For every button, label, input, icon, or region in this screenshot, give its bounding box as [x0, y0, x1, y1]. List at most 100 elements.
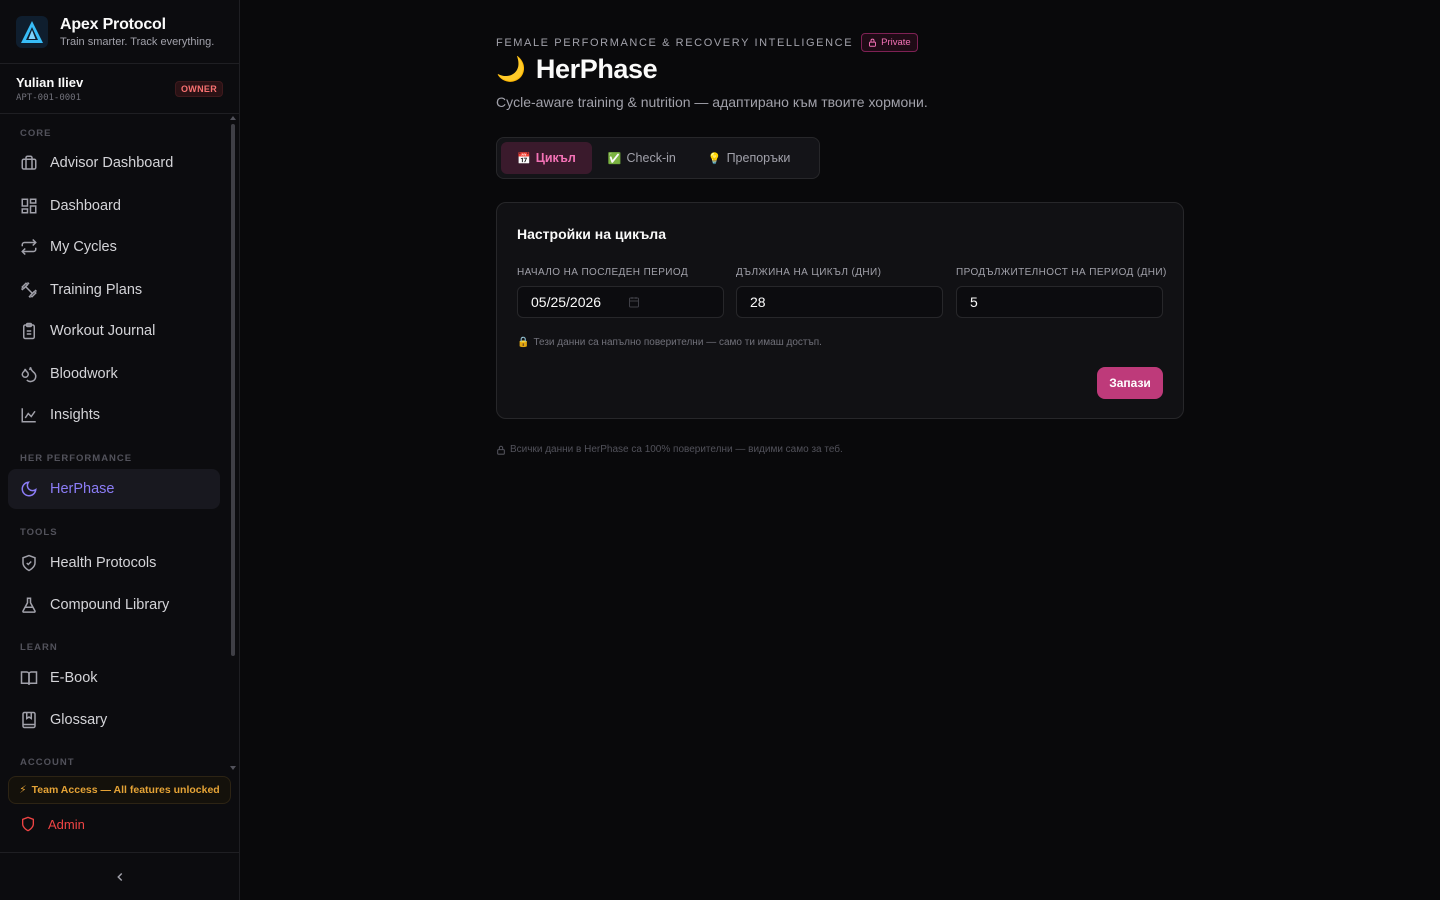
cycle-length-value: 28 [750, 294, 766, 310]
section-label-account: ACCOUNT [20, 757, 75, 768]
tab-checkin[interactable]: ✅ Check-in [592, 142, 692, 174]
sidebar-item-label: Glossary [50, 712, 108, 728]
line-chart-icon [21, 408, 36, 423]
period-length-value: 5 [970, 294, 978, 310]
droplets-icon [21, 367, 37, 383]
team-access-banner[interactable]: ⚡ Team Access — All features unlocked [8, 776, 231, 804]
tab-label: Check-in [626, 151, 676, 165]
calendar-icon: 📅 [517, 152, 531, 165]
book-bookmark-icon [22, 711, 36, 729]
lightbulb-icon: 💡 [707, 152, 722, 165]
lightning-icon: ⚡ [19, 784, 27, 796]
repeat-icon [21, 238, 37, 256]
sidebar-item-bloodwork[interactable]: Bloodwork [8, 354, 220, 394]
section-label-core: CORE [20, 128, 52, 139]
team-access-label: Team Access — All features unlocked [31, 784, 220, 796]
lock-icon [869, 38, 877, 47]
flask-icon [22, 597, 36, 613]
last-period-field: НАЧАЛО НА ПОСЛЕДЕН ПЕРИОД 05/25/2026 [517, 267, 724, 318]
page-eyebrow: FEMALE PERFORMANCE & RECOVERY INTELLIGEN… [496, 33, 918, 52]
period-length-field: ПРОДЪЛЖИТЕЛНОСТ НА ПЕРИОД (ДНИ) 5 [956, 267, 1167, 318]
sidebar-item-label: Training Plans [50, 282, 143, 298]
moon-emoji-icon: 🌙 [496, 56, 526, 83]
eyebrow-text: FEMALE PERFORMANCE & RECOVERY INTELLIGEN… [496, 36, 854, 49]
sidebar-item-my-cycles[interactable]: My Cycles [8, 227, 220, 267]
save-button[interactable]: Запази [1097, 367, 1163, 399]
sidebar-item-label: Workout Journal [50, 323, 156, 339]
privacy-note: 🔒 Тези данни са напълно поверителни — са… [517, 337, 822, 348]
sidebar-item-label: Bloodwork [50, 366, 118, 382]
section-label-her-performance: HER PERFORMANCE [20, 453, 133, 464]
card-title: Настройки на цикъла [517, 226, 666, 242]
last-period-value: 05/25/2026 [531, 294, 602, 310]
tab-cycle[interactable]: 📅 Цикъл [501, 142, 592, 174]
sidebar-item-admin[interactable]: Admin [20, 816, 85, 832]
brand-tagline: Train smarter. Track everything. [60, 35, 215, 48]
cycle-length-label: ДЪЛЖИНА НА ЦИКЪЛ (ДНИ) [736, 267, 882, 278]
period-length-input[interactable]: 5 [956, 286, 1163, 318]
sidebar-item-workout-journal[interactable]: Workout Journal [8, 311, 220, 351]
sidebar-item-insights[interactable]: Insights [8, 395, 220, 435]
sidebar-item-herphase[interactable]: HerPhase [8, 469, 220, 509]
shield-check-icon [22, 554, 36, 572]
brand-header[interactable]: Apex Protocol Train smarter. Track every… [0, 0, 239, 64]
sidebar-item-glossary[interactable]: Glossary [8, 700, 220, 740]
sidebar-item-label: Advisor Dashboard [50, 155, 174, 171]
owner-badge: OWNER [175, 80, 223, 97]
period-length-label: ПРОДЪЛЖИТЕЛНОСТ НА ПЕРИОД (ДНИ) [956, 267, 1167, 278]
tab-recommendations[interactable]: 💡 Препоръки [692, 142, 807, 174]
sidebar-item-ebook[interactable]: E-Book [8, 658, 220, 698]
tab-bar: 📅 Цикъл ✅ Check-in 💡 Препоръки [496, 137, 820, 179]
sidebar-nav: CORE Advisor Dashboard Dashboard My Cycl… [0, 114, 228, 774]
sidebar-item-label: E-Book [50, 670, 98, 686]
scroll-down-arrow-icon[interactable] [230, 766, 236, 770]
tab-label: Препоръки [726, 151, 791, 165]
cycle-length-field: ДЪЛЖИНА НА ЦИКЪЛ (ДНИ) 28 [736, 267, 943, 318]
sidebar-item-label: Insights [50, 407, 100, 423]
private-badge: Private [861, 33, 918, 52]
admin-label: Admin [48, 816, 85, 832]
footer-privacy-note: Всички данни в HerPhase са 100% поверите… [496, 444, 843, 455]
user-profile[interactable]: Yulian Iliev APT-001-0001 OWNER [0, 64, 239, 114]
sidebar-item-advisor-dashboard[interactable]: Advisor Dashboard [8, 143, 220, 183]
sidebar-item-health-protocols[interactable]: Health Protocols [8, 543, 220, 583]
private-badge-label: Private [881, 37, 911, 48]
user-id: APT-001-0001 [16, 92, 82, 103]
section-label-learn: LEARN [20, 642, 58, 653]
sidebar-scrollbar[interactable] [231, 124, 235, 656]
grid-icon [21, 198, 37, 214]
last-period-date-input[interactable]: 05/25/2026 [517, 286, 724, 318]
footer-note-text: Всички данни в HerPhase са 100% поверите… [510, 444, 843, 455]
briefcase-icon [21, 155, 37, 170]
cycle-settings-card: Настройки на цикъла НАЧАЛО НА ПОСЛЕДЕН П… [496, 202, 1184, 419]
calendar-picker-icon[interactable] [628, 296, 640, 308]
tab-label: Цикъл [535, 151, 576, 165]
chevron-left-icon [116, 872, 122, 881]
sidebar-item-label: Compound Library [50, 597, 170, 613]
sidebar-item-dashboard[interactable]: Dashboard [8, 186, 220, 226]
scroll-up-arrow-icon[interactable] [230, 116, 236, 120]
sidebar-item-label: Dashboard [50, 198, 121, 214]
lock-icon: 🔒 [517, 337, 530, 348]
sidebar-item-label: My Cycles [50, 239, 117, 255]
lock-icon [497, 445, 505, 455]
page-title: 🌙 HerPhase [496, 54, 658, 85]
collapse-sidebar-button[interactable] [0, 852, 239, 900]
sidebar: Apex Protocol Train smarter. Track every… [0, 0, 240, 900]
sidebar-item-training-plans[interactable]: Training Plans [8, 270, 220, 310]
clipboard-icon [23, 322, 35, 340]
page-title-text: HerPhase [535, 54, 658, 84]
sidebar-item-label: HerPhase [50, 481, 115, 497]
apex-logo-icon [16, 15, 48, 48]
moon-icon [21, 481, 37, 497]
cycle-length-input[interactable]: 28 [736, 286, 943, 318]
sidebar-item-label: Health Protocols [50, 555, 157, 571]
page-subtitle: Cycle-aware training & nutrition — адапт… [496, 94, 928, 110]
dumbbell-icon [20, 281, 38, 299]
sidebar-item-compound-library[interactable]: Compound Library [8, 585, 220, 625]
last-period-label: НАЧАЛО НА ПОСЛЕДЕН ПЕРИОД [517, 267, 689, 278]
section-label-tools: TOOLS [20, 527, 58, 538]
privacy-note-text: Тези данни са напълно поверителни — само… [533, 337, 822, 348]
user-name: Yulian Iliev [16, 74, 84, 90]
check-mark-icon: ✅ [607, 152, 622, 165]
